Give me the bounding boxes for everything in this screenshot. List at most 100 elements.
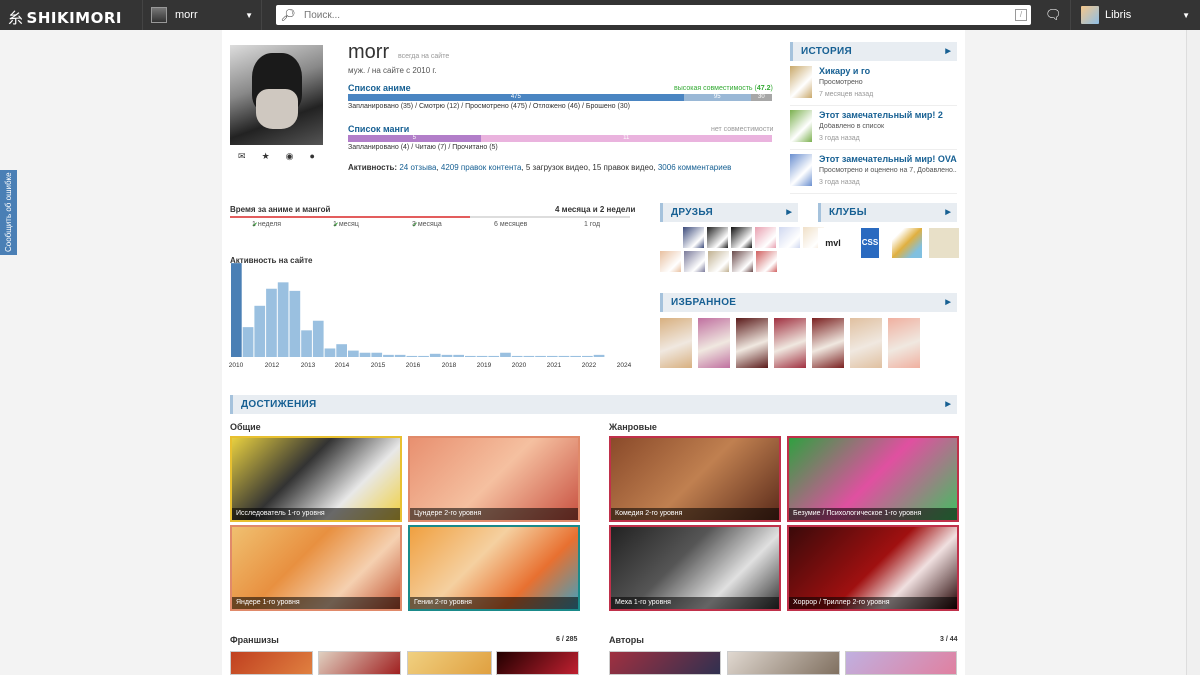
chart-bar[interactable] bbox=[582, 355, 593, 357]
star-icon[interactable]: ★ bbox=[262, 151, 270, 162]
history-item[interactable]: Этот замечательный мир! OVA Просмотрено и… bbox=[790, 154, 957, 194]
favorite-thumb[interactable] bbox=[736, 318, 768, 368]
franchise-thumb[interactable] bbox=[496, 651, 579, 675]
chart-bar[interactable] bbox=[277, 282, 289, 357]
favorites-header[interactable]: ИЗБРАННОЕ ▶ bbox=[660, 293, 957, 312]
achievements-header[interactable]: ДОСТИЖЕНИЯ ▶ bbox=[230, 395, 957, 414]
friends-header[interactable]: ДРУЗЬЯ ▶ bbox=[660, 203, 798, 222]
anime-list-link[interactable]: Список аниме bbox=[348, 83, 411, 93]
history-item[interactable]: Этот замечательный мир! 2 Добавлено в спи… bbox=[790, 110, 957, 150]
favorite-thumb[interactable] bbox=[660, 318, 692, 368]
friend-avatar[interactable] bbox=[660, 251, 681, 272]
list-bar-segment[interactable]: 30 bbox=[750, 94, 772, 101]
chart-bar[interactable] bbox=[593, 354, 605, 357]
history-header[interactable]: ИСТОРИЯ ▶ bbox=[790, 42, 957, 61]
list-bar-segment[interactable]: 95 bbox=[683, 94, 751, 101]
achievement-card[interactable]: Безумие / Психологическое 1-го уровня bbox=[787, 436, 959, 522]
chart-bar[interactable] bbox=[406, 355, 418, 357]
search-input[interactable] bbox=[300, 6, 1015, 24]
history-item-title[interactable]: Хикару и го bbox=[819, 66, 870, 76]
chart-bar[interactable] bbox=[348, 350, 359, 357]
chart-bar[interactable] bbox=[359, 352, 371, 357]
chart-bar[interactable] bbox=[231, 263, 242, 357]
messages-icon[interactable]: 🗨︎ bbox=[1045, 7, 1062, 23]
achievement-card[interactable]: Яндере 1-го уровня bbox=[230, 525, 402, 611]
chart-bar[interactable] bbox=[383, 354, 394, 357]
author-thumb[interactable] bbox=[727, 651, 840, 675]
history-item-title[interactable]: Этот замечательный мир! OVA bbox=[819, 154, 957, 164]
favorite-thumb[interactable] bbox=[850, 318, 882, 368]
search-icon[interactable]: 🔎︎ bbox=[276, 8, 300, 22]
mail-icon[interactable]: ✉ bbox=[238, 151, 246, 162]
chart-bar[interactable] bbox=[523, 355, 535, 357]
chart-bar[interactable] bbox=[500, 352, 511, 357]
achievement-card[interactable]: Исследователь 1-го уровня bbox=[230, 436, 402, 522]
chart-bar[interactable] bbox=[441, 354, 453, 357]
history-thumb[interactable] bbox=[790, 154, 812, 186]
friend-avatar[interactable] bbox=[683, 227, 704, 248]
list-bar-segment[interactable]: 5 bbox=[348, 135, 481, 142]
activity-edits[interactable]: 4209 правок контента bbox=[441, 163, 522, 172]
chart-bar[interactable] bbox=[453, 354, 464, 357]
achievement-card[interactable]: Цундере 2-го уровня bbox=[408, 436, 580, 522]
css-club-icon[interactable]: CSS bbox=[861, 228, 879, 258]
anime-list-legend[interactable]: Запланировано (35) / Смотрю (12) / Просм… bbox=[348, 103, 630, 110]
profile-menu[interactable]: morr ▼ bbox=[142, 0, 262, 30]
friend-avatar[interactable] bbox=[732, 251, 753, 272]
achievement-card[interactable]: Хоррор / Триллер 2-го уровня bbox=[787, 525, 959, 611]
chart-bar[interactable] bbox=[336, 344, 347, 357]
achievement-card[interactable]: Меха 1-го уровня bbox=[609, 525, 781, 611]
chart-bar[interactable] bbox=[254, 305, 266, 357]
anime-list-bar[interactable]: 475 95 30 bbox=[348, 94, 772, 101]
friend-avatar[interactable] bbox=[731, 227, 752, 248]
chart-bar[interactable] bbox=[289, 290, 301, 357]
chart-bar[interactable] bbox=[476, 355, 488, 357]
chart-bar[interactable] bbox=[465, 355, 476, 357]
activity-comments[interactable]: 3006 комментариев bbox=[658, 163, 732, 172]
franchise-thumb[interactable] bbox=[318, 651, 401, 675]
activity-reviews[interactable]: 24 отзыва bbox=[399, 163, 436, 172]
author-thumb[interactable] bbox=[609, 651, 721, 675]
manga-list-bar[interactable]: 5 11 bbox=[348, 135, 772, 142]
favorite-thumb[interactable] bbox=[698, 318, 730, 368]
favorite-thumb[interactable] bbox=[812, 318, 844, 368]
chart-bar[interactable] bbox=[429, 353, 441, 357]
achievement-card[interactable]: Комедия 2-го уровня bbox=[609, 436, 781, 522]
triangle-club-icon[interactable] bbox=[892, 228, 922, 258]
ignore-icon[interactable]: ◉ bbox=[286, 151, 294, 162]
paper-club-icon[interactable] bbox=[929, 228, 959, 258]
ban-icon[interactable]: ● bbox=[310, 151, 315, 162]
manga-list-legend[interactable]: Запланировано (4) / Читаю (7) / Прочитан… bbox=[348, 144, 498, 151]
friend-avatar[interactable] bbox=[708, 251, 729, 272]
chart-bar[interactable] bbox=[418, 355, 429, 357]
franchise-thumb[interactable] bbox=[407, 651, 492, 675]
scrollbar[interactable] bbox=[1186, 30, 1200, 675]
chart-bar[interactable] bbox=[324, 348, 336, 357]
list-bar-segment[interactable]: 11 bbox=[480, 135, 772, 142]
history-thumb[interactable] bbox=[790, 110, 812, 142]
franchise-thumb[interactable] bbox=[230, 651, 313, 675]
chart-bar[interactable] bbox=[394, 354, 406, 357]
manga-list-link[interactable]: Список манги bbox=[348, 124, 409, 134]
friend-avatar[interactable] bbox=[756, 251, 777, 272]
achievement-card[interactable]: Гении 2-го уровня bbox=[408, 525, 580, 611]
clubs-header[interactable]: КЛУБЫ ▶ bbox=[818, 203, 957, 222]
friend-avatar[interactable] bbox=[684, 251, 705, 272]
friend-avatar[interactable] bbox=[755, 227, 776, 248]
list-bar-segment[interactable]: 475 bbox=[348, 94, 684, 101]
user-menu[interactable]: Libris ▼ bbox=[1070, 0, 1200, 30]
mvl-club-icon[interactable]: mvl bbox=[818, 228, 848, 258]
friend-avatar[interactable] bbox=[779, 227, 800, 248]
chart-bar[interactable] bbox=[371, 352, 383, 357]
chart-bar[interactable] bbox=[558, 355, 570, 357]
chart-bar[interactable] bbox=[488, 355, 500, 357]
friend-avatar[interactable] bbox=[707, 227, 728, 248]
feedback-tab[interactable]: Сообщить об ошибке bbox=[0, 170, 17, 255]
author-thumb[interactable] bbox=[845, 651, 957, 675]
history-thumb[interactable] bbox=[790, 66, 812, 98]
chart-bar[interactable] bbox=[570, 355, 581, 357]
site-logo[interactable]: 糸 SHIKIMORI bbox=[8, 7, 122, 28]
chart-bar[interactable] bbox=[312, 320, 324, 357]
chart-bar[interactable] bbox=[546, 355, 558, 357]
chart-bar[interactable] bbox=[535, 355, 546, 357]
